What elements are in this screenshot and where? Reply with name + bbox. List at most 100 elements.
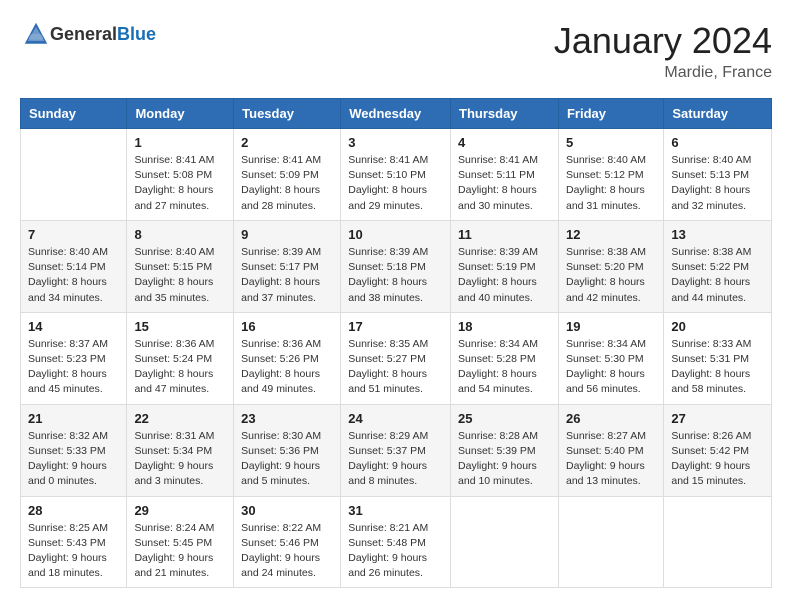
day-number: 8 (134, 227, 226, 242)
day-number: 9 (241, 227, 333, 242)
calendar-cell: 8 Sunrise: 8:40 AMSunset: 5:15 PMDaylight… (127, 220, 234, 312)
day-number: 26 (566, 411, 656, 426)
col-header-thursday: Thursday (451, 99, 559, 129)
calendar-cell: 1 Sunrise: 8:41 AMSunset: 5:08 PMDaylight… (127, 129, 234, 221)
col-header-monday: Monday (127, 99, 234, 129)
calendar-cell: 10 Sunrise: 8:39 AMSunset: 5:18 PMDayligh… (341, 220, 451, 312)
logo-general: General (50, 24, 117, 44)
day-info: Sunrise: 8:36 AMSunset: 5:24 PMDaylight:… (134, 337, 226, 398)
calendar-cell: 16 Sunrise: 8:36 AMSunset: 5:26 PMDayligh… (234, 312, 341, 404)
day-number: 7 (28, 227, 119, 242)
day-number: 29 (134, 503, 226, 518)
day-info: Sunrise: 8:33 AMSunset: 5:31 PMDaylight:… (671, 337, 764, 398)
calendar-cell: 25 Sunrise: 8:28 AMSunset: 5:39 PMDayligh… (451, 404, 559, 496)
day-info: Sunrise: 8:38 AMSunset: 5:20 PMDaylight:… (566, 245, 656, 306)
day-info: Sunrise: 8:31 AMSunset: 5:34 PMDaylight:… (134, 429, 226, 490)
day-number: 2 (241, 135, 333, 150)
day-info: Sunrise: 8:29 AMSunset: 5:37 PMDaylight:… (348, 429, 443, 490)
day-number: 25 (458, 411, 551, 426)
day-number: 14 (28, 319, 119, 334)
calendar-row: 28Sunrise: 8:25 AMSunset: 5:43 PMDayligh… (21, 496, 772, 588)
calendar-cell: 29 Sunrise: 8:24 AMSunset: 5:45 PMDayligh… (127, 496, 234, 588)
day-info: Sunrise: 8:40 AMSunset: 5:14 PMDaylight:… (28, 245, 119, 306)
calendar-cell: 30 Sunrise: 8:22 AMSunset: 5:46 PMDayligh… (234, 496, 341, 588)
calendar-cell: 21 Sunrise: 8:32 AMSunset: 5:33 PMDayligh… (21, 404, 127, 496)
calendar-cell: 31Sunrise: 8:21 AMSunset: 5:48 PMDayligh… (341, 496, 451, 588)
day-info: Sunrise: 8:39 AMSunset: 5:17 PMDaylight:… (241, 245, 333, 306)
calendar-cell (21, 129, 127, 221)
day-number: 5 (566, 135, 656, 150)
calendar-cell: 26 Sunrise: 8:27 AMSunset: 5:40 PMDayligh… (558, 404, 663, 496)
day-info: Sunrise: 8:41 AMSunset: 5:08 PMDaylight:… (134, 153, 226, 214)
day-number: 1 (134, 135, 226, 150)
day-number: 22 (134, 411, 226, 426)
calendar-cell: 6Sunrise: 8:40 AMSunset: 5:13 PMDaylight… (664, 129, 772, 221)
calendar-cell (451, 496, 559, 588)
calendar-cell: 5Sunrise: 8:40 AMSunset: 5:12 PMDaylight… (558, 129, 663, 221)
day-number: 30 (241, 503, 333, 518)
day-number: 18 (458, 319, 551, 334)
day-number: 15 (134, 319, 226, 334)
day-number: 24 (348, 411, 443, 426)
calendar-cell: 28Sunrise: 8:25 AMSunset: 5:43 PMDayligh… (21, 496, 127, 588)
day-info: Sunrise: 8:41 AMSunset: 5:10 PMDaylight:… (348, 153, 443, 214)
calendar-row: 1 Sunrise: 8:41 AMSunset: 5:08 PMDaylight… (21, 129, 772, 221)
calendar-cell: 18Sunrise: 8:34 AMSunset: 5:28 PMDayligh… (451, 312, 559, 404)
day-number: 20 (671, 319, 764, 334)
day-info: Sunrise: 8:38 AMSunset: 5:22 PMDaylight:… (671, 245, 764, 306)
day-number: 4 (458, 135, 551, 150)
calendar-cell (664, 496, 772, 588)
day-info: Sunrise: 8:40 AMSunset: 5:13 PMDaylight:… (671, 153, 764, 214)
col-header-wednesday: Wednesday (341, 99, 451, 129)
day-info: Sunrise: 8:34 AMSunset: 5:30 PMDaylight:… (566, 337, 656, 398)
day-info: Sunrise: 8:22 AMSunset: 5:46 PMDaylight:… (241, 521, 333, 582)
day-number: 31 (348, 503, 443, 518)
col-header-tuesday: Tuesday (234, 99, 341, 129)
day-info: Sunrise: 8:37 AMSunset: 5:23 PMDaylight:… (28, 337, 119, 398)
calendar-cell: 22 Sunrise: 8:31 AMSunset: 5:34 PMDayligh… (127, 404, 234, 496)
calendar-table: SundayMondayTuesdayWednesdayThursdayFrid… (20, 98, 772, 588)
calendar-cell: 24 Sunrise: 8:29 AMSunset: 5:37 PMDayligh… (341, 404, 451, 496)
calendar-cell: 4 Sunrise: 8:41 AMSunset: 5:11 PMDaylight… (451, 129, 559, 221)
logo-text: GeneralBlue (50, 24, 156, 45)
day-number: 10 (348, 227, 443, 242)
calendar-row: 21 Sunrise: 8:32 AMSunset: 5:33 PMDayligh… (21, 404, 772, 496)
calendar-cell: 15 Sunrise: 8:36 AMSunset: 5:24 PMDayligh… (127, 312, 234, 404)
day-number: 12 (566, 227, 656, 242)
day-info: Sunrise: 8:39 AMSunset: 5:18 PMDaylight:… (348, 245, 443, 306)
col-header-saturday: Saturday (664, 99, 772, 129)
day-number: 27 (671, 411, 764, 426)
calendar-row: 14 Sunrise: 8:37 AMSunset: 5:23 PMDayligh… (21, 312, 772, 404)
day-info: Sunrise: 8:32 AMSunset: 5:33 PMDaylight:… (28, 429, 119, 490)
day-info: Sunrise: 8:26 AMSunset: 5:42 PMDaylight:… (671, 429, 764, 490)
calendar-cell: 14 Sunrise: 8:37 AMSunset: 5:23 PMDayligh… (21, 312, 127, 404)
day-info: Sunrise: 8:27 AMSunset: 5:40 PMDaylight:… (566, 429, 656, 490)
calendar-cell: 3Sunrise: 8:41 AMSunset: 5:10 PMDaylight… (341, 129, 451, 221)
day-info: Sunrise: 8:36 AMSunset: 5:26 PMDaylight:… (241, 337, 333, 398)
day-number: 19 (566, 319, 656, 334)
day-info: Sunrise: 8:41 AMSunset: 5:09 PMDaylight:… (241, 153, 333, 214)
page-header: GeneralBlue January 2024 Mardie, France (20, 20, 772, 82)
day-number: 16 (241, 319, 333, 334)
calendar-row: 7 Sunrise: 8:40 AMSunset: 5:14 PMDaylight… (21, 220, 772, 312)
title-area: January 2024 Mardie, France (554, 20, 772, 82)
day-info: Sunrise: 8:25 AMSunset: 5:43 PMDaylight:… (28, 521, 119, 582)
calendar-cell: 11Sunrise: 8:39 AMSunset: 5:19 PMDayligh… (451, 220, 559, 312)
calendar-cell (558, 496, 663, 588)
col-header-sunday: Sunday (21, 99, 127, 129)
day-number: 21 (28, 411, 119, 426)
calendar-cell: 12 Sunrise: 8:38 AMSunset: 5:20 PMDayligh… (558, 220, 663, 312)
calendar-cell: 19 Sunrise: 8:34 AMSunset: 5:30 PMDayligh… (558, 312, 663, 404)
day-info: Sunrise: 8:35 AMSunset: 5:27 PMDaylight:… (348, 337, 443, 398)
day-info: Sunrise: 8:28 AMSunset: 5:39 PMDaylight:… (458, 429, 551, 490)
day-info: Sunrise: 8:40 AMSunset: 5:15 PMDaylight:… (134, 245, 226, 306)
logo: GeneralBlue (20, 20, 156, 48)
day-info: Sunrise: 8:24 AMSunset: 5:45 PMDaylight:… (134, 521, 226, 582)
calendar-cell: 27 Sunrise: 8:26 AMSunset: 5:42 PMDayligh… (664, 404, 772, 496)
day-info: Sunrise: 8:41 AMSunset: 5:11 PMDaylight:… (458, 153, 551, 214)
calendar-cell: 13Sunrise: 8:38 AMSunset: 5:22 PMDayligh… (664, 220, 772, 312)
calendar-cell: 17Sunrise: 8:35 AMSunset: 5:27 PMDayligh… (341, 312, 451, 404)
col-header-friday: Friday (558, 99, 663, 129)
calendar-cell: 20 Sunrise: 8:33 AMSunset: 5:31 PMDayligh… (664, 312, 772, 404)
calendar-cell: 9 Sunrise: 8:39 AMSunset: 5:17 PMDaylight… (234, 220, 341, 312)
